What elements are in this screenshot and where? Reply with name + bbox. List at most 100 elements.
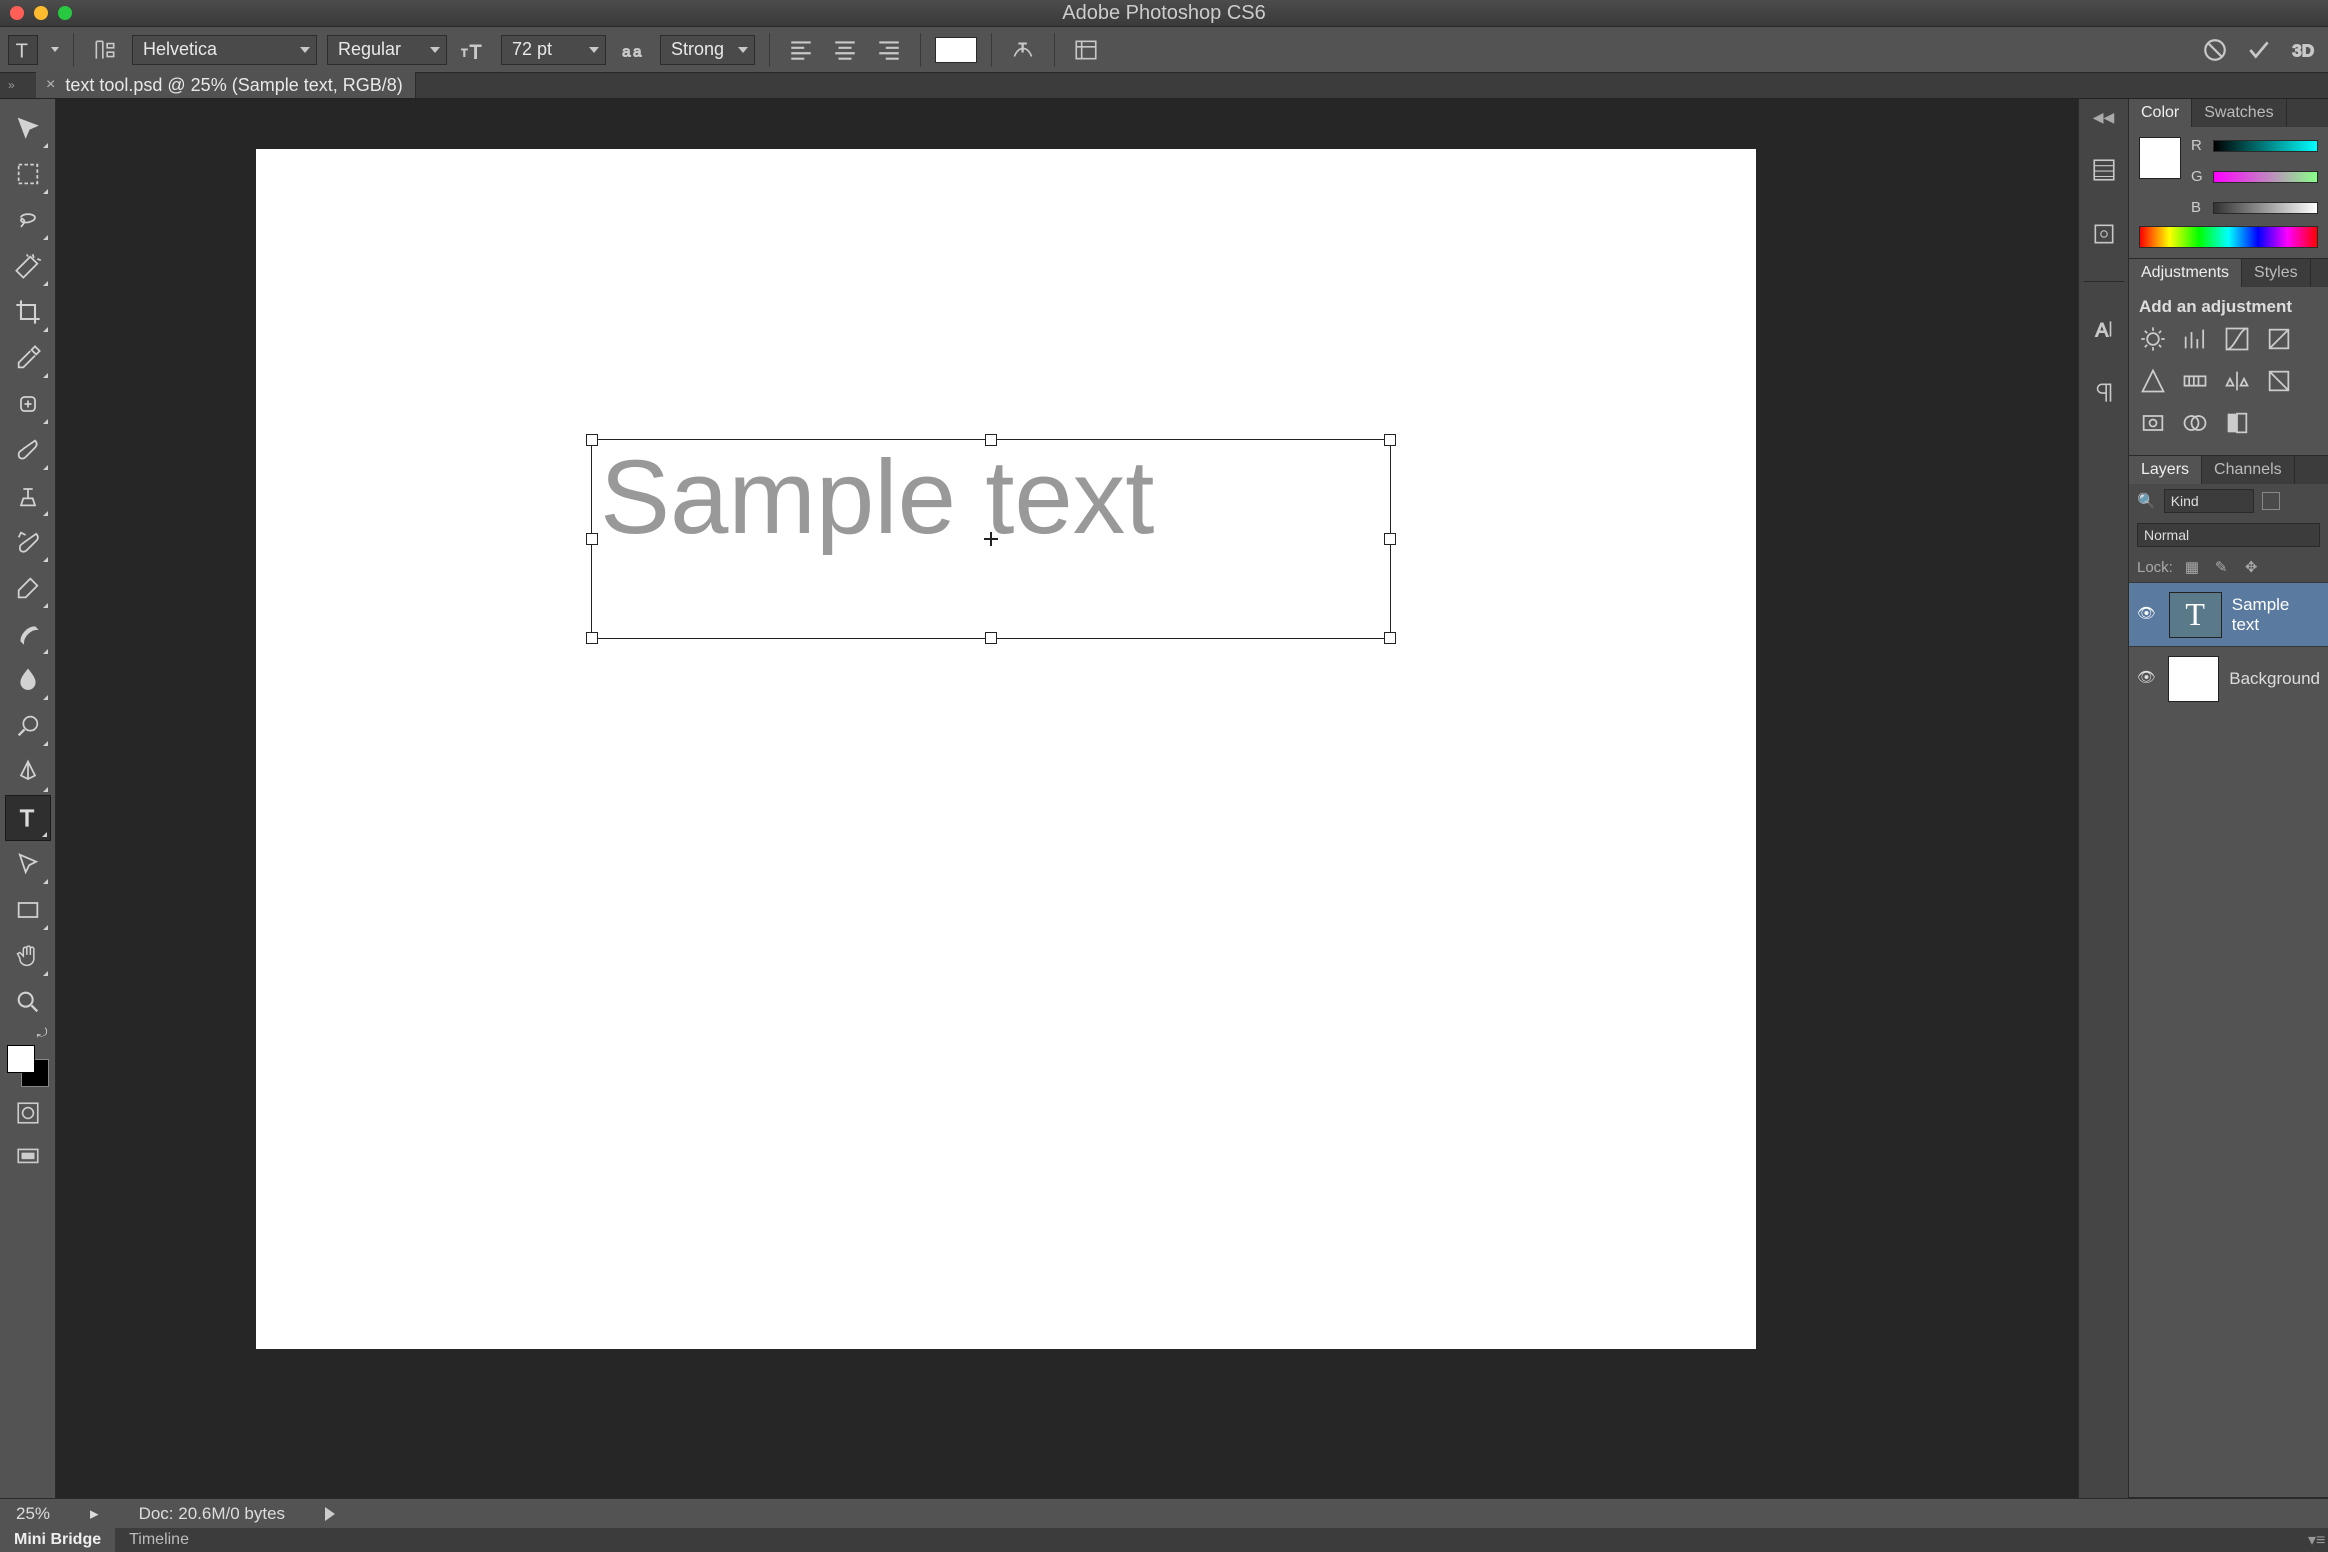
resize-handle-bottom-right[interactable] [1384,632,1396,644]
brush-tool[interactable] [5,427,51,473]
path-selection-tool[interactable] [5,841,51,887]
expand-panels-icon[interactable]: ◀◀ [2089,109,2119,123]
window-zoom-button[interactable] [58,6,72,20]
commit-edit-button[interactable] [2242,35,2276,65]
lasso-tool[interactable] [5,197,51,243]
layer-name[interactable]: Background [2229,669,2320,689]
magic-wand-tool[interactable] [5,243,51,289]
channels-tab[interactable]: Channels [2202,456,2295,484]
window-close-button[interactable] [10,6,24,20]
color-balance-adjustment-icon[interactable] [2223,367,2251,395]
font-style-dropdown[interactable]: Regular [327,35,447,65]
status-menu-icon[interactable]: ▸ [90,1504,99,1524]
font-family-dropdown[interactable]: Helvetica [132,35,317,65]
character-panel-icon[interactable]: A [2087,312,2121,346]
adjustments-tab[interactable]: Adjustments [2129,259,2242,287]
layers-tab[interactable]: Layers [2129,456,2202,484]
tool-preset-picker[interactable]: T [8,35,38,65]
resize-handle-bottom-middle[interactable] [985,632,997,644]
mini-bridge-tab[interactable]: Mini Bridge [0,1528,115,1552]
quick-mask-toggle[interactable] [10,1095,46,1131]
resize-handle-middle-right[interactable] [1384,533,1396,545]
cancel-edit-button[interactable] [2198,35,2232,65]
eraser-tool[interactable] [5,565,51,611]
healing-brush-tool[interactable] [5,381,51,427]
marquee-tool[interactable] [5,151,51,197]
blend-mode-dropdown[interactable]: Normal [2137,523,2320,547]
move-tool[interactable] [5,105,51,151]
lock-position-icon[interactable]: ✥ [2245,558,2263,576]
r-slider[interactable] [2213,140,2318,152]
resize-handle-top-right[interactable] [1384,434,1396,446]
color-panel-swatch[interactable] [2139,137,2181,179]
status-disclosure-icon[interactable] [325,1507,335,1521]
history-brush-tool[interactable] [5,519,51,565]
foreground-background-colors[interactable] [7,1045,49,1087]
rectangle-tool[interactable] [5,887,51,933]
paragraph-panel-icon[interactable] [2087,376,2121,410]
layer-visibility-icon[interactable]: 👁 [2137,668,2158,690]
text-color-swatch[interactable] [935,37,977,63]
exposure-adjustment-icon[interactable] [2265,325,2293,353]
document-tab[interactable]: × text tool.psd @ 25% (Sample text, RGB/… [36,72,416,98]
text-orientation-toggle[interactable] [88,35,122,65]
font-size-dropdown[interactable]: 72 pt [501,35,606,65]
vibrance-adjustment-icon[interactable] [2139,367,2167,395]
g-slider[interactable] [2213,171,2318,183]
resize-handle-top-middle[interactable] [985,434,997,446]
3d-text-button[interactable]: 3D [2286,35,2320,65]
eyedropper-tool[interactable] [5,335,51,381]
canvas-area[interactable]: Sample text [56,99,2078,1498]
zoom-level[interactable]: 25% [16,1504,50,1524]
timeline-tab[interactable]: Timeline [115,1528,203,1552]
filter-pixel-icon[interactable] [2262,492,2280,510]
document-canvas[interactable]: Sample text [256,149,1756,1349]
bw-adjustment-icon[interactable] [2265,367,2293,395]
levels-adjustment-icon[interactable] [2181,325,2209,353]
swap-colors-icon[interactable]: ⤾ [8,1025,48,1041]
hue-adjustment-icon[interactable] [2181,367,2209,395]
layer-item-text[interactable]: 👁 T Sample text [2129,582,2328,646]
layer-filter-dropdown[interactable]: Kind [2164,489,2254,513]
resize-handle-bottom-left[interactable] [586,632,598,644]
close-tab-icon[interactable]: × [46,76,55,94]
b-slider[interactable] [2213,202,2318,214]
channel-mixer-adjustment-icon[interactable] [2181,409,2209,437]
pen-tool[interactable] [5,749,51,795]
lock-transparency-icon[interactable]: ▦ [2185,558,2203,576]
layer-item-background[interactable]: 👁 Background [2129,646,2328,710]
crop-tool[interactable] [5,289,51,335]
align-left-button[interactable] [784,35,818,65]
layer-visibility-icon[interactable]: 👁 [2137,604,2159,626]
color-spectrum-bar[interactable] [2139,226,2318,248]
invert-adjustment-icon[interactable] [2223,409,2251,437]
swatches-tab[interactable]: Swatches [2192,99,2286,127]
character-panel-toggle[interactable] [1069,35,1103,65]
lock-pixels-icon[interactable]: ✎ [2215,558,2233,576]
layer-thumbnail-text[interactable]: T [2169,592,2222,638]
align-right-button[interactable] [872,35,906,65]
type-tool[interactable]: T [5,795,51,841]
transform-center-icon[interactable] [984,532,998,546]
text-bounding-box[interactable]: Sample text [591,439,1391,639]
layer-name[interactable]: Sample text [2232,595,2320,635]
hand-tool[interactable] [5,933,51,979]
properties-panel-icon[interactable] [2087,217,2121,251]
tool-preset-caret-icon[interactable] [51,47,59,52]
tab-overflow-icon[interactable]: » [8,78,28,98]
resize-handle-top-left[interactable] [586,434,598,446]
blur-tool[interactable] [5,657,51,703]
anti-alias-dropdown[interactable]: Strong [660,35,755,65]
photo-filter-adjustment-icon[interactable] [2139,409,2167,437]
brightness-adjustment-icon[interactable] [2139,325,2167,353]
dodge-tool[interactable] [5,703,51,749]
clone-stamp-tool[interactable] [5,473,51,519]
layer-thumbnail-raster[interactable] [2168,656,2219,702]
screen-mode-toggle[interactable] [10,1139,46,1175]
gradient-tool[interactable] [5,611,51,657]
warp-text-button[interactable]: T [1006,35,1040,65]
resize-handle-middle-left[interactable] [586,533,598,545]
align-center-button[interactable] [828,35,862,65]
history-panel-icon[interactable] [2087,153,2121,187]
color-tab[interactable]: Color [2129,99,2192,127]
